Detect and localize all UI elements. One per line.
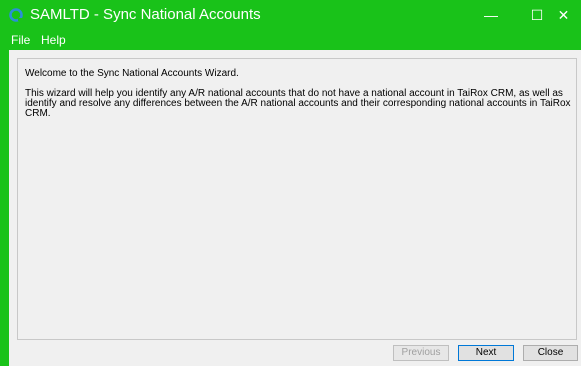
previous-button[interactable]: Previous	[393, 345, 449, 361]
next-button[interactable]: Next	[458, 345, 514, 361]
menu-file[interactable]: File	[11, 33, 30, 47]
wizard-description: This wizard will help you identify any A…	[25, 88, 571, 119]
welcome-text: Welcome to the Sync National Accounts Wi…	[25, 68, 239, 79]
window-left-border	[0, 50, 9, 366]
close-button[interactable]: Close	[523, 345, 578, 361]
wizard-window: SAMLTD - Sync National Accounts — ☐ ✕ Fi…	[0, 0, 581, 366]
title-bar[interactable]: SAMLTD - Sync National Accounts — ☐ ✕	[0, 0, 581, 30]
window-title: SAMLTD - Sync National Accounts	[30, 6, 261, 23]
minimize-icon[interactable]: —	[468, 0, 514, 30]
menu-help[interactable]: Help	[41, 33, 66, 47]
wizard-content-panel: Welcome to the Sync National Accounts Wi…	[17, 58, 577, 340]
app-logo-icon	[9, 8, 23, 22]
close-icon[interactable]: ✕	[546, 0, 581, 30]
menu-bar: File Help	[0, 30, 581, 50]
